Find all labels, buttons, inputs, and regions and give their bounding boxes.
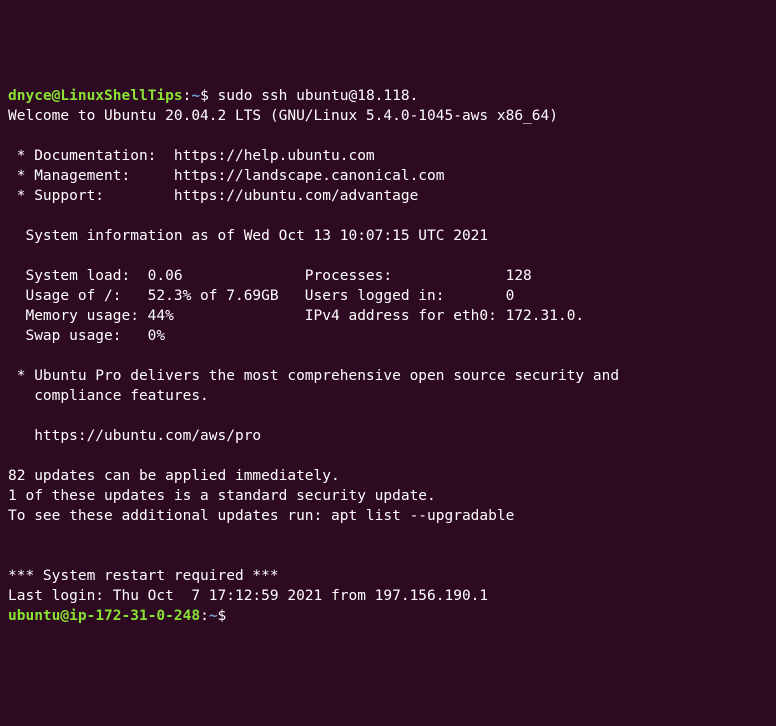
prompt-host: LinuxShellTips	[60, 88, 182, 104]
welcome-line: Welcome to Ubuntu 20.04.2 LTS (GNU/Linux…	[8, 108, 558, 124]
prompt-user: ubuntu	[8, 608, 60, 624]
prompt-line-2: ubuntu@ip-172-31-0-248:~$	[8, 608, 235, 624]
sysinfo-usage-users: Usage of /: 52.3% of 7.69GB Users logged…	[8, 288, 514, 304]
prompt-dollar: $	[200, 88, 217, 104]
updates-security: 1 of these updates is a standard securit…	[8, 488, 436, 504]
ubuntu-pro-line-2: compliance features.	[8, 388, 209, 404]
sysinfo-swap: Swap usage: 0%	[8, 328, 165, 344]
ubuntu-pro-line-1: * Ubuntu Pro delivers the most comprehen…	[8, 368, 619, 384]
restart-required: *** System restart required ***	[8, 568, 279, 584]
prompt-user: dnyce	[8, 88, 52, 104]
prompt-at: @	[60, 608, 69, 624]
prompt-colon: :	[200, 608, 209, 624]
prompt-host: ip-172-31-0-248	[69, 608, 200, 624]
sysinfo-memory-ipv4: Memory usage: 44% IPv4 address for eth0:…	[8, 308, 584, 324]
last-login: Last login: Thu Oct 7 17:12:59 2021 from…	[8, 588, 488, 604]
mgmt-link-line: * Management: https://landscape.canonica…	[8, 168, 445, 184]
updates-hint: To see these additional updates run: apt…	[8, 508, 514, 524]
terminal-output[interactable]: dnyce@LinuxShellTips:~$ sudo ssh ubuntu@…	[8, 86, 768, 626]
prompt-line-1: dnyce@LinuxShellTips:~$ sudo ssh ubuntu@…	[8, 88, 418, 104]
command-text: sudo ssh ubuntu@18.118.	[218, 88, 419, 104]
sysinfo-header: System information as of Wed Oct 13 10:0…	[8, 228, 488, 244]
updates-count: 82 updates can be applied immediately.	[8, 468, 340, 484]
ubuntu-pro-url: https://ubuntu.com/aws/pro	[8, 428, 261, 444]
prompt-path: ~	[209, 608, 218, 624]
doc-link-line: * Documentation: https://help.ubuntu.com	[8, 148, 375, 164]
prompt-path: ~	[191, 88, 200, 104]
prompt-dollar: $	[218, 608, 235, 624]
support-link-line: * Support: https://ubuntu.com/advantage	[8, 188, 418, 204]
sysinfo-load-processes: System load: 0.06 Processes: 128	[8, 268, 532, 284]
